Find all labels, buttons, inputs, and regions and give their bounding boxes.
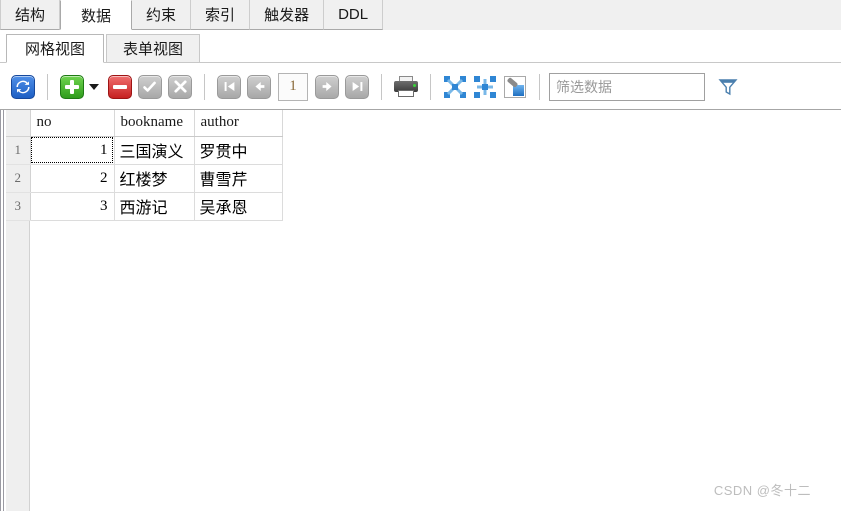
toolbar-separator-2: [204, 73, 205, 100]
cell-author[interactable]: 吴承恩: [194, 192, 283, 221]
paint-icon: [504, 75, 526, 98]
table-row[interactable]: 2 2 红楼梦 曹雪芹: [6, 164, 283, 193]
printer-icon-paper-out: [398, 89, 414, 97]
inner-tab-strip: 网格视图 表单视图: [6, 34, 202, 63]
tab-data[interactable]: 数据: [60, 0, 133, 30]
tab-triggers[interactable]: 触发器: [250, 0, 325, 30]
printer-icon: [394, 75, 418, 98]
tab-constraints-label: 约束: [146, 7, 177, 24]
tab-triggers-label: 触发器: [264, 7, 310, 24]
grid-body: no bookname author 1 1 三国演义 罗贯中 2 2 红楼梦 …: [0, 110, 841, 511]
page-number-input[interactable]: [278, 72, 308, 101]
toolbar-separator-3: [381, 73, 382, 100]
tab-form-view[interactable]: 表单视图: [106, 34, 201, 63]
cancel-changes-button[interactable]: [165, 72, 195, 102]
column-header-bookname[interactable]: bookname: [114, 110, 195, 137]
add-record-dropdown-button[interactable]: [87, 72, 105, 102]
chevron-down-icon: [89, 83, 99, 90]
last-page-button[interactable]: [342, 72, 372, 102]
grid-toolbar: [0, 64, 841, 110]
first-page-button[interactable]: [214, 72, 244, 102]
row-number[interactable]: 3: [6, 192, 31, 221]
tab-data-label: 数据: [81, 7, 112, 25]
toolbar-separator-1: [47, 73, 48, 100]
tab-ddl[interactable]: DDL: [324, 0, 384, 30]
table-row[interactable]: 1 1 三国演义 罗贯中: [6, 136, 283, 165]
cell-bookname[interactable]: 红楼梦: [114, 164, 195, 193]
tab-constraints[interactable]: 约束: [132, 0, 192, 30]
tab-ddl-label: DDL: [338, 6, 369, 23]
row-number[interactable]: 1: [6, 136, 31, 165]
toolbar-separator-5: [539, 73, 540, 100]
filter-toggle-button[interactable]: [713, 72, 743, 102]
export-data-button[interactable]: [440, 72, 470, 102]
tab-grid-view-label: 网格视图: [25, 41, 86, 58]
tab-grid-view[interactable]: 网格视图: [6, 34, 105, 63]
tab-structure[interactable]: 结构: [0, 0, 61, 30]
arrow-left-icon: [247, 74, 271, 99]
filter-input-wrapper[interactable]: [549, 72, 705, 101]
grid-body-rows: 1 1 三国演义 罗贯中 2 2 红楼梦 曹雪芹 3 3 西游记 吴承恩: [6, 136, 283, 221]
cell-no[interactable]: 2: [30, 164, 115, 193]
cell-no[interactable]: 3: [30, 192, 115, 221]
minus-icon-bar: [113, 84, 127, 89]
column-header-author[interactable]: author: [194, 110, 283, 137]
outer-tab-strip: 结构 数据 约束 索引 触发器 DDL: [0, 0, 384, 30]
add-record-button[interactable]: [57, 72, 87, 102]
table-row[interactable]: 3 3 西游记 吴承恩: [6, 192, 283, 221]
cell-bookname[interactable]: 西游记: [114, 192, 195, 221]
inner-tab-bar: 网格视图 表单视图: [0, 30, 841, 63]
import-mesh-icon: [474, 75, 496, 98]
tab-indexes[interactable]: 索引: [191, 0, 251, 30]
refresh-button[interactable]: [8, 72, 38, 102]
data-grid: no bookname author 1 1 三国演义 罗贯中 2 2 红楼梦 …: [6, 110, 283, 221]
apply-changes-button[interactable]: [135, 72, 165, 102]
tab-structure-label: 结构: [15, 7, 46, 24]
filter-input[interactable]: [556, 78, 698, 95]
cell-author[interactable]: 曹雪芹: [194, 164, 283, 193]
toolbar-separator-4: [430, 73, 431, 100]
plus-icon-bar-v: [70, 79, 74, 94]
grid-header-row: no bookname author: [6, 110, 283, 137]
print-button[interactable]: [391, 72, 421, 102]
printer-icon-led: [413, 83, 416, 87]
row-number[interactable]: 2: [6, 164, 31, 193]
cell-author[interactable]: 罗贯中: [194, 136, 283, 165]
funnel-icon: [718, 77, 738, 97]
first-page-icon: [217, 74, 241, 99]
next-page-button[interactable]: [312, 72, 342, 102]
outer-tab-bar: 结构 数据 约束 索引 触发器 DDL: [0, 0, 841, 30]
paint-icon-brush: [506, 76, 519, 88]
export-mesh-icon: [444, 75, 466, 98]
refresh-icon: [11, 74, 35, 99]
delete-record-button[interactable]: [105, 72, 135, 102]
grid-corner-cell[interactable]: [6, 110, 31, 137]
last-page-icon: [345, 74, 369, 99]
tab-indexes-label: 索引: [205, 7, 236, 24]
format-paint-button[interactable]: [500, 72, 530, 102]
grid-header: no bookname author: [6, 110, 283, 137]
prev-page-button[interactable]: [244, 72, 274, 102]
minus-icon: [108, 74, 132, 99]
tab-form-view-label: 表单视图: [123, 41, 184, 58]
import-data-button[interactable]: [470, 72, 500, 102]
cell-bookname[interactable]: 三国演义: [114, 136, 195, 165]
left-rail: [0, 110, 4, 511]
watermark: CSDN @冬十二: [713, 483, 811, 498]
column-header-no[interactable]: no: [30, 110, 115, 137]
check-icon: [138, 74, 162, 99]
plus-icon: [60, 74, 84, 99]
arrow-right-icon: [315, 74, 339, 99]
cell-no[interactable]: 1: [30, 136, 115, 165]
close-icon: [168, 74, 192, 99]
